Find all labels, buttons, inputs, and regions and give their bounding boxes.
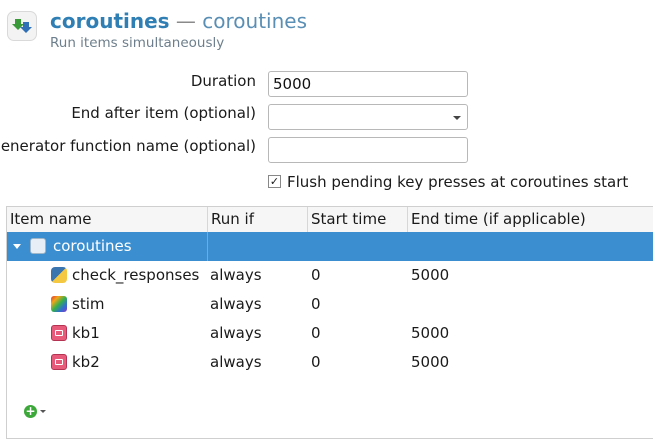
root-item-name: coroutines (53, 237, 132, 255)
table-row-root[interactable]: coroutines (7, 232, 653, 261)
flush-checkbox[interactable]: ✓ (268, 175, 281, 188)
row-end-time[interactable]: 5000 (411, 261, 449, 290)
page-title: coroutines — coroutines (50, 8, 307, 34)
row-run-if[interactable]: always (210, 261, 262, 290)
table-row[interactable]: check_responses always 0 5000 (7, 261, 653, 290)
expand-arrow-icon[interactable] (13, 244, 21, 249)
row-start-time[interactable]: 0 (311, 319, 321, 348)
flush-checkbox-label: Flush pending key presses at coroutines … (287, 173, 629, 191)
keyboard-icon (51, 354, 67, 370)
keyboard-icon (51, 325, 67, 341)
column-header-start-time[interactable]: Start time (308, 207, 408, 232)
coroutines-item-table[interactable]: Item name Run if Start time End time (if… (6, 206, 653, 439)
coroutines-item-icon (7, 11, 37, 41)
item-description[interactable]: Run items simultaneously (50, 35, 224, 51)
add-item-button[interactable]: + (24, 405, 37, 418)
row-start-time[interactable]: 0 (311, 348, 321, 377)
row-run-if[interactable]: always (210, 348, 262, 377)
row-item-name[interactable]: check_responses (72, 261, 199, 290)
row-start-time[interactable]: 0 (311, 290, 321, 319)
generator-label: Generator function name (optional) (0, 137, 256, 155)
row-end-time[interactable]: 5000 (411, 319, 449, 348)
row-item-name[interactable]: stim (72, 290, 104, 319)
row-run-if[interactable]: always (210, 319, 262, 348)
coroutines-icon (30, 238, 46, 254)
row-item-name[interactable]: kb2 (72, 348, 100, 377)
row-run-if[interactable]: always (210, 290, 262, 319)
column-header-item-name[interactable]: Item name (7, 207, 208, 232)
table-header: Item name Run if Start time End time (if… (7, 207, 653, 233)
generator-input[interactable] (268, 137, 468, 163)
table-row[interactable]: kb1 always 0 5000 (7, 319, 653, 348)
python-icon (51, 267, 67, 283)
row-item-name[interactable]: kb1 (72, 319, 100, 348)
table-row[interactable]: kb2 always 0 5000 (7, 348, 653, 377)
item-name-title[interactable]: coroutines (50, 9, 170, 33)
item-type-title: coroutines (202, 9, 308, 33)
duration-input[interactable]: 5000 (268, 71, 468, 97)
duration-label: Duration (190, 72, 256, 90)
title-separator: — (169, 9, 203, 33)
stimulus-icon (51, 296, 67, 312)
column-divider (207, 232, 208, 261)
row-start-time[interactable]: 0 (311, 261, 321, 290)
column-header-run-if[interactable]: Run if (208, 207, 308, 232)
chevron-down-icon[interactable] (40, 410, 46, 413)
end-after-select[interactable] (268, 104, 468, 130)
chevron-down-icon (453, 116, 461, 120)
table-row[interactable]: stim always 0 (7, 290, 653, 319)
row-end-time[interactable]: 5000 (411, 348, 449, 377)
column-header-end-time[interactable]: End time (if applicable) (408, 207, 653, 232)
end-after-label: End after item (optional) (71, 104, 256, 122)
